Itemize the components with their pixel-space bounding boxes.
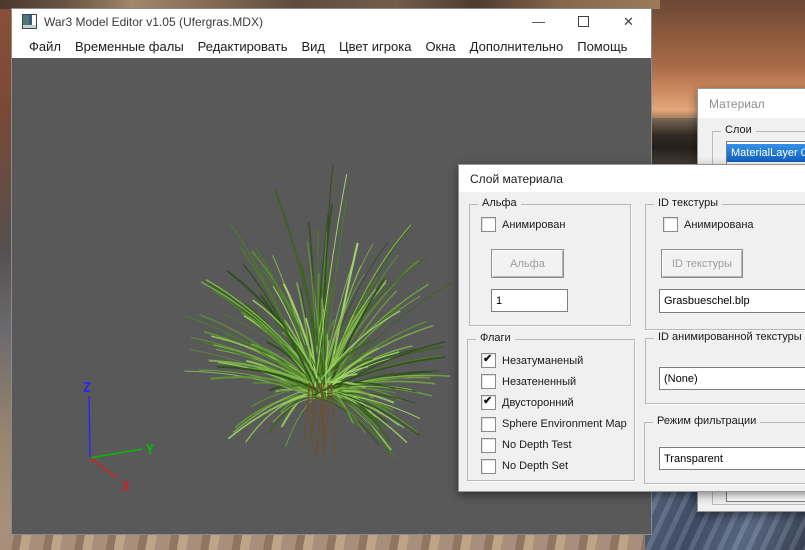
flag-checkbox[interactable]: ✔ bbox=[481, 395, 496, 411]
flag-label: Sphere Environment Map bbox=[502, 418, 627, 431]
flag-label: Двусторонний bbox=[502, 396, 574, 409]
wallpaper-sand-strip bbox=[0, 533, 658, 550]
layers-group-label: Слои bbox=[721, 124, 756, 136]
layer-dialog-titlebar[interactable]: Слой материала bbox=[459, 165, 805, 192]
minimize-button[interactable]: — bbox=[516, 9, 561, 34]
menu-item-6[interactable]: Дополнительно bbox=[463, 36, 571, 57]
flag-row-4[interactable]: ✔ No Depth Test bbox=[481, 437, 627, 453]
material-dialog-titlebar[interactable]: Материал bbox=[698, 89, 805, 118]
flag-label: No Depth Test bbox=[502, 439, 572, 452]
flag-label: No Depth Set bbox=[502, 460, 569, 473]
flag-checkbox[interactable]: ✔ bbox=[481, 458, 496, 474]
texture-id-button[interactable]: ID текстуры bbox=[661, 249, 743, 278]
flag-checkbox[interactable]: ✔ bbox=[481, 353, 496, 368]
flag-row-0[interactable]: ✔ Незатуманеный bbox=[481, 353, 627, 368]
filter-mode-field[interactable]: Transparent bbox=[659, 447, 805, 470]
texture-animated-checkbox-row[interactable]: ✔ Анимирована bbox=[663, 217, 754, 232]
flags-checkbox-list: ✔ Незатуманеный ✔ Незатененный ✔ Двусторонний… bbox=[481, 353, 627, 474]
flag-row-5[interactable]: ✔ No Depth Set bbox=[481, 458, 627, 474]
alpha-animated-label: Анимирован bbox=[502, 218, 566, 231]
flag-label: Незатененный bbox=[502, 375, 577, 388]
maximize-button[interactable] bbox=[561, 9, 606, 34]
flag-row-2[interactable]: ✔ Двусторонний bbox=[481, 395, 627, 411]
flag-label: Незатуманеный bbox=[502, 354, 584, 367]
close-button[interactable]: ✕ bbox=[606, 9, 651, 34]
flags-group-label: Флаги bbox=[476, 332, 515, 344]
animated-texture-group-label: ID анимированной текстуры bbox=[654, 331, 805, 343]
axis-z-label: Z bbox=[83, 381, 91, 396]
material-layer-dialog: Слой материала Альфа ✔ Анимирован Альфа … bbox=[458, 164, 805, 492]
menu-item-2[interactable]: Редактировать bbox=[191, 36, 295, 57]
window-title: War3 Model Editor v1.05 (Ufergras.MDX) bbox=[44, 14, 263, 29]
menu-item-5[interactable]: Окна bbox=[418, 36, 462, 57]
axis-x-label: X bbox=[122, 480, 130, 495]
maximize-icon bbox=[578, 16, 589, 27]
menu-item-3[interactable]: Вид bbox=[294, 36, 332, 57]
window-controls: — ✕ bbox=[516, 9, 651, 34]
checkmark-icon: ✔ bbox=[483, 353, 493, 365]
flag-checkbox[interactable]: ✔ bbox=[481, 416, 496, 432]
flag-row-3[interactable]: ✔ Sphere Environment Map bbox=[481, 416, 627, 432]
alpha-button[interactable]: Альфа bbox=[491, 249, 564, 278]
alpha-animated-checkbox[interactable]: ✔ bbox=[481, 217, 496, 232]
flag-row-1[interactable]: ✔ Незатененный bbox=[481, 374, 627, 390]
alpha-animated-checkbox-row[interactable]: ✔ Анимирован bbox=[481, 217, 565, 232]
alpha-value-field[interactable]: 1 bbox=[491, 289, 568, 312]
menu-bar: Файл Временные фалы Редактировать Вид Цвет и… bbox=[12, 34, 651, 58]
animated-texture-field[interactable]: (None) bbox=[659, 367, 805, 390]
flag-checkbox[interactable]: ✔ bbox=[481, 374, 496, 390]
menu-item-7[interactable]: Помощь bbox=[570, 36, 634, 57]
screen: War3 Model Editor v1.05 (Ufergras.MDX) —… bbox=[0, 0, 805, 550]
menu-item-4[interactable]: Цвет игрока bbox=[332, 36, 418, 57]
menu-item-1[interactable]: Временные фалы bbox=[68, 36, 191, 57]
axis-y-label: Y bbox=[146, 443, 154, 458]
texture-animated-checkbox[interactable]: ✔ bbox=[663, 217, 678, 232]
menu-item-0[interactable]: Файл bbox=[22, 36, 68, 57]
layer-dialog-title: Слой материала bbox=[470, 171, 563, 186]
texture-filename-field[interactable]: Grasbueschel.blp bbox=[659, 289, 805, 313]
title-bar[interactable]: War3 Model Editor v1.05 (Ufergras.MDX) —… bbox=[12, 9, 651, 34]
alpha-group-label: Альфа bbox=[478, 197, 521, 209]
checkmark-icon: ✔ bbox=[483, 395, 493, 408]
texture-animated-label: Анимирована bbox=[684, 218, 754, 231]
flag-checkbox[interactable]: ✔ bbox=[481, 437, 496, 453]
material-dialog-title: Материал bbox=[709, 96, 765, 111]
texture-id-group-label: ID текстуры bbox=[654, 197, 723, 209]
material-layer-item-0[interactable]: MaterialLayer 0 bbox=[727, 144, 805, 162]
app-icon bbox=[22, 14, 37, 29]
filter-mode-group-label: Режим фильтрации bbox=[653, 415, 761, 427]
